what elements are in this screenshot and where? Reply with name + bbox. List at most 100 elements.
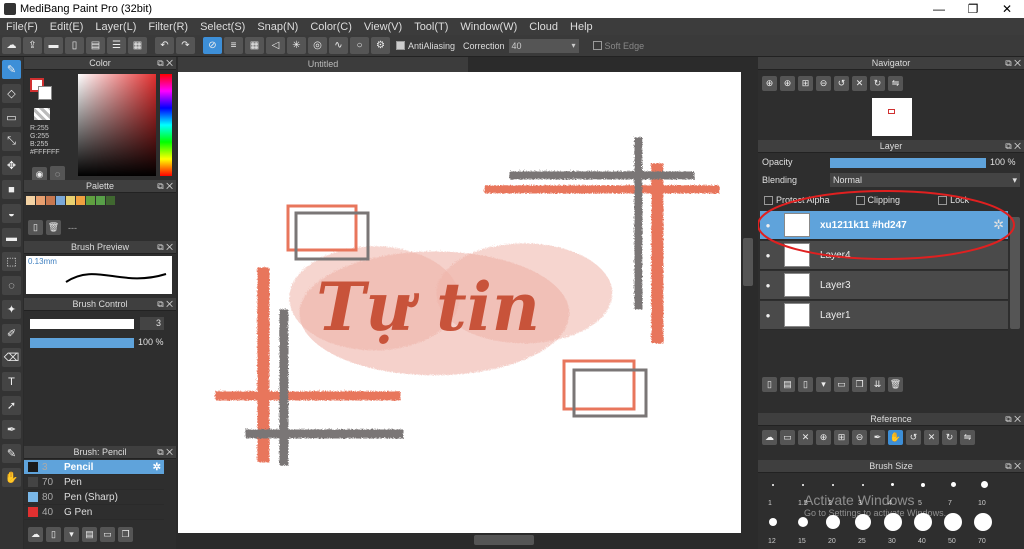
- size-dot[interactable]: [832, 484, 834, 486]
- lasso-tool-icon[interactable]: ◌: [2, 276, 21, 295]
- palette-swatch[interactable]: [26, 196, 35, 205]
- size-dot[interactable]: [769, 518, 777, 526]
- menu-color[interactable]: Color(C): [304, 21, 358, 33]
- menu-cloud[interactable]: Cloud: [523, 21, 564, 33]
- eraser-tool-icon[interactable]: ◇: [2, 84, 21, 103]
- size-dot[interactable]: [974, 513, 992, 531]
- minimize-button[interactable]: —: [922, 0, 956, 18]
- vertical-scroll-thumb[interactable]: [743, 238, 753, 286]
- cloud-upload-icon[interactable]: ☁: [762, 430, 777, 445]
- palette-swatch[interactable]: [36, 196, 45, 205]
- layer-opacity-slider[interactable]: [830, 158, 986, 168]
- eyedropper-tool-icon[interactable]: ✒: [2, 420, 21, 439]
- size-dot[interactable]: [891, 483, 894, 486]
- menu-layer[interactable]: Layer(L): [89, 21, 142, 33]
- delete-palette-icon[interactable]: 🗑: [46, 220, 61, 235]
- size-dot[interactable]: [951, 482, 956, 487]
- menu-select[interactable]: Select(S): [194, 21, 251, 33]
- correction-select[interactable]: 40: [508, 38, 579, 53]
- size-dot[interactable]: [921, 483, 925, 487]
- eyedropper-icon[interactable]: ✒: [870, 430, 885, 445]
- text-tool-icon[interactable]: T: [2, 372, 21, 391]
- rotate-right-icon[interactable]: ↻: [870, 76, 885, 91]
- operation-tool-icon[interactable]: ➚: [2, 396, 21, 415]
- circle-snap-icon[interactable]: ○: [350, 37, 369, 54]
- move-tool-icon[interactable]: ✥: [2, 156, 21, 175]
- navigator-thumbnail[interactable]: [872, 98, 912, 136]
- zoom-in-icon[interactable]: ⊕: [816, 430, 831, 445]
- clipping-checkbox[interactable]: [855, 195, 865, 205]
- layer-row[interactable]: ● Layer4: [760, 241, 1008, 270]
- new-file-icon[interactable]: ▯: [65, 37, 84, 54]
- fill-tool-icon[interactable]: ■: [2, 180, 21, 199]
- dot-tool-icon[interactable]: ⤡: [2, 132, 21, 151]
- menu-file[interactable]: File(F): [0, 21, 44, 33]
- layer-row[interactable]: ● Layer1: [760, 301, 1008, 330]
- menu-tool[interactable]: Tool(T): [408, 21, 454, 33]
- new-layer-8bit-icon[interactable]: ▤: [780, 377, 795, 392]
- grid-icon[interactable]: ▦: [128, 37, 147, 54]
- radial-snap-icon[interactable]: ✳: [287, 37, 306, 54]
- size-dot[interactable]: [802, 484, 804, 486]
- brush-item-pen-sharp[interactable]: 80 Pen (Sharp): [24, 490, 164, 505]
- zoom-out-icon[interactable]: ⊖: [816, 76, 831, 91]
- size-dot[interactable]: [944, 513, 962, 531]
- lock-checkbox[interactable]: [938, 195, 948, 205]
- layer-row[interactable]: ● xu1211k11 #hd247 ✲: [760, 211, 1008, 240]
- visibility-icon[interactable]: ●: [760, 221, 776, 230]
- folder-icon[interactable]: ▭: [834, 377, 849, 392]
- menu-view[interactable]: View(V): [358, 21, 408, 33]
- drawing-canvas[interactable]: Tự tin: [178, 72, 741, 533]
- add-layer-icon[interactable]: ▾: [816, 377, 831, 392]
- magic-wand-icon[interactable]: ✦: [2, 300, 21, 319]
- flip-icon[interactable]: ⇋: [888, 76, 903, 91]
- maximize-button[interactable]: ❐: [956, 0, 990, 18]
- vertical-scrollbar[interactable]: [741, 72, 755, 533]
- select-eraser-icon[interactable]: ⌫: [2, 348, 21, 367]
- duplicate-layer-icon[interactable]: ❐: [852, 377, 867, 392]
- fit-icon[interactable]: ⊞: [798, 76, 813, 91]
- rotate-left-icon[interactable]: ↺: [906, 430, 921, 445]
- brush-item-g-pen[interactable]: 40 G Pen: [24, 505, 164, 520]
- bucket-tool-icon[interactable]: ◒: [2, 204, 21, 223]
- visibility-icon[interactable]: ●: [760, 311, 776, 320]
- menu-edit[interactable]: Edit(E): [44, 21, 90, 33]
- palette-swatch[interactable]: [86, 196, 95, 205]
- size-dot[interactable]: [981, 481, 988, 488]
- brush-opacity-slider[interactable]: [30, 338, 134, 348]
- protect-alpha-checkbox[interactable]: [764, 195, 773, 205]
- palette-swatch[interactable]: [106, 196, 115, 205]
- palette-swatch[interactable]: [56, 196, 65, 205]
- brush-item-pen[interactable]: 70 Pen: [24, 475, 164, 490]
- palette-swatch[interactable]: [46, 196, 55, 205]
- new-layer-icon[interactable]: ▯: [762, 377, 777, 392]
- reset-icon[interactable]: ✕: [852, 76, 867, 91]
- cloud-brush-icon[interactable]: ☁: [28, 527, 43, 542]
- antialiasing-checkbox[interactable]: [396, 41, 405, 50]
- gear-icon[interactable]: ✲: [993, 217, 1004, 233]
- close-icon[interactable]: ✕: [798, 430, 813, 445]
- tab-untitled[interactable]: Untitled: [178, 57, 468, 72]
- close-button[interactable]: ✕: [990, 0, 1024, 18]
- brush-size-slider[interactable]: [30, 319, 134, 329]
- delete-layer-icon[interactable]: 🗑: [888, 377, 903, 392]
- brush-folder-icon[interactable]: ▭: [100, 527, 115, 542]
- grid-snap-icon[interactable]: ▦: [245, 37, 264, 54]
- palette-swatch[interactable]: [96, 196, 105, 205]
- upload-icon[interactable]: ⇪: [23, 37, 42, 54]
- hue-slider[interactable]: [160, 74, 172, 176]
- brush-settings-icon[interactable]: ▤: [82, 527, 97, 542]
- cloud-icon[interactable]: ☁: [2, 37, 21, 54]
- open-folder-icon[interactable]: ▭: [780, 430, 795, 445]
- saturation-value-picker[interactable]: [78, 74, 156, 176]
- palette-swatch[interactable]: [66, 196, 75, 205]
- merge-layer-icon[interactable]: ⇊: [870, 377, 885, 392]
- soft-edge-checkbox[interactable]: [592, 41, 602, 50]
- size-dot[interactable]: [772, 484, 774, 486]
- flip-icon[interactable]: ⇋: [960, 430, 975, 445]
- hand-icon[interactable]: ✋: [888, 430, 903, 445]
- pen-tool-icon[interactable]: ✎: [2, 444, 21, 463]
- hand-tool-icon[interactable]: ✋: [2, 468, 21, 487]
- palette-swatch[interactable]: [76, 196, 85, 205]
- background-color[interactable]: [38, 86, 52, 100]
